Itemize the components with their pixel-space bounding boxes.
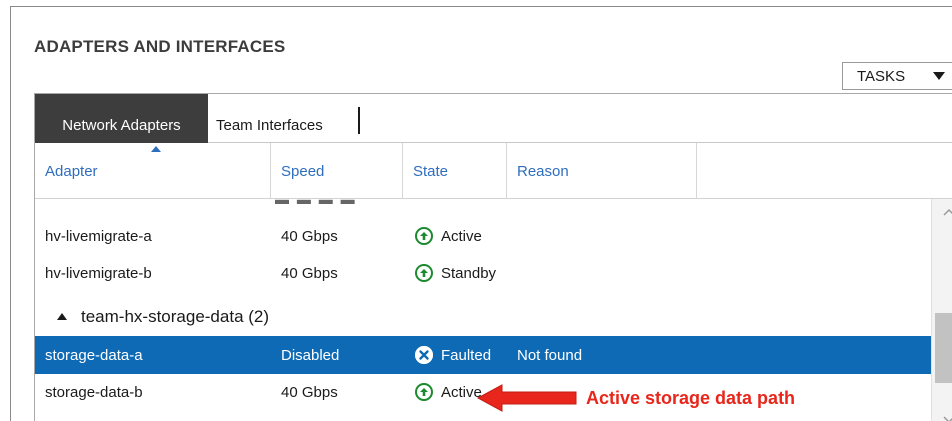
tasks-label: TASKS	[857, 67, 906, 85]
tab-network-adapters[interactable]: Network Adapters	[35, 94, 208, 143]
column-header-state-label: State	[413, 162, 449, 180]
annotation-callout: Active storage data path	[476, 381, 916, 421]
status-up-icon	[415, 227, 433, 245]
scroll-up-icon[interactable]	[942, 207, 952, 217]
adapter-speed: 40 Gbps	[281, 227, 338, 245]
status-up-icon	[415, 264, 433, 282]
adapter-name: storage-data-b	[45, 383, 143, 401]
column-header-adapter[interactable]: Adapter	[35, 143, 271, 199]
adapter-state-label: Standby	[441, 264, 497, 282]
chevron-down-icon	[933, 72, 945, 80]
group-header-team-hx-storage-data[interactable]: team-hx-storage-data (2)	[35, 298, 931, 336]
scrollbar-thumb[interactable]	[935, 313, 952, 383]
adapter-state: Faulted	[415, 336, 491, 374]
adapter-reason: Not found	[517, 346, 583, 364]
annotation-text: Active storage data path	[586, 388, 796, 408]
adapter-grid: Adapter Speed State Reason ▬ ▬ ▬ ▬ hv-li…	[34, 143, 952, 421]
table-row-selected[interactable]: storage-data-a Disabled Faulted Not foun…	[35, 336, 931, 374]
section-title: ADAPTERS AND INTERFACES	[34, 37, 286, 56]
adapter-state: Active	[415, 217, 482, 255]
column-header-state[interactable]: State	[403, 143, 507, 199]
adapter-name: hv-livemigrate-b	[45, 264, 152, 282]
adapter-speed: 40 Gbps	[281, 264, 338, 282]
arrow-left-icon	[476, 384, 577, 412]
sort-ascending-icon	[151, 146, 161, 152]
adapter-state: Active	[415, 373, 482, 411]
table-row[interactable]: hv-livemigrate-a 40 Gbps Active	[35, 217, 931, 255]
adapter-state: Standby	[415, 254, 496, 292]
tab-team-interfaces[interactable]: Team Interfaces	[208, 94, 323, 143]
adapter-name: hv-livemigrate-a	[45, 227, 152, 245]
group-label: team-hx-storage-data (2)	[81, 307, 270, 326]
tasks-dropdown[interactable]: TASKS	[842, 62, 952, 90]
tab-separator	[358, 107, 360, 134]
table-row[interactable]: hv-livemigrate-b 40 Gbps Standby	[35, 254, 931, 292]
column-header-speed-label: Speed	[281, 162, 325, 180]
adapter-name: storage-data-a	[45, 346, 143, 364]
grid-header: Adapter Speed State Reason	[35, 143, 952, 199]
tab-bar: Network Adapters Team Interfaces	[34, 93, 952, 143]
status-faulted-icon	[415, 346, 433, 364]
column-header-reason[interactable]: Reason	[507, 143, 697, 199]
clipped-group-header: ▬ ▬ ▬ ▬	[275, 197, 357, 205]
adapter-state-label: Faulted	[441, 346, 492, 364]
column-header-adapter-label: Adapter	[45, 162, 98, 180]
adapter-state-label: Active	[441, 227, 482, 245]
vertical-scrollbar[interactable]	[931, 199, 952, 421]
adapter-speed: Disabled	[281, 346, 340, 364]
scroll-down-icon[interactable]	[942, 415, 952, 421]
collapse-triangle-icon[interactable]	[57, 313, 67, 320]
column-header-speed[interactable]: Speed	[271, 143, 403, 199]
status-up-icon	[415, 383, 433, 401]
column-header-reason-label: Reason	[517, 162, 569, 180]
adapter-speed: 40 Gbps	[281, 383, 338, 401]
